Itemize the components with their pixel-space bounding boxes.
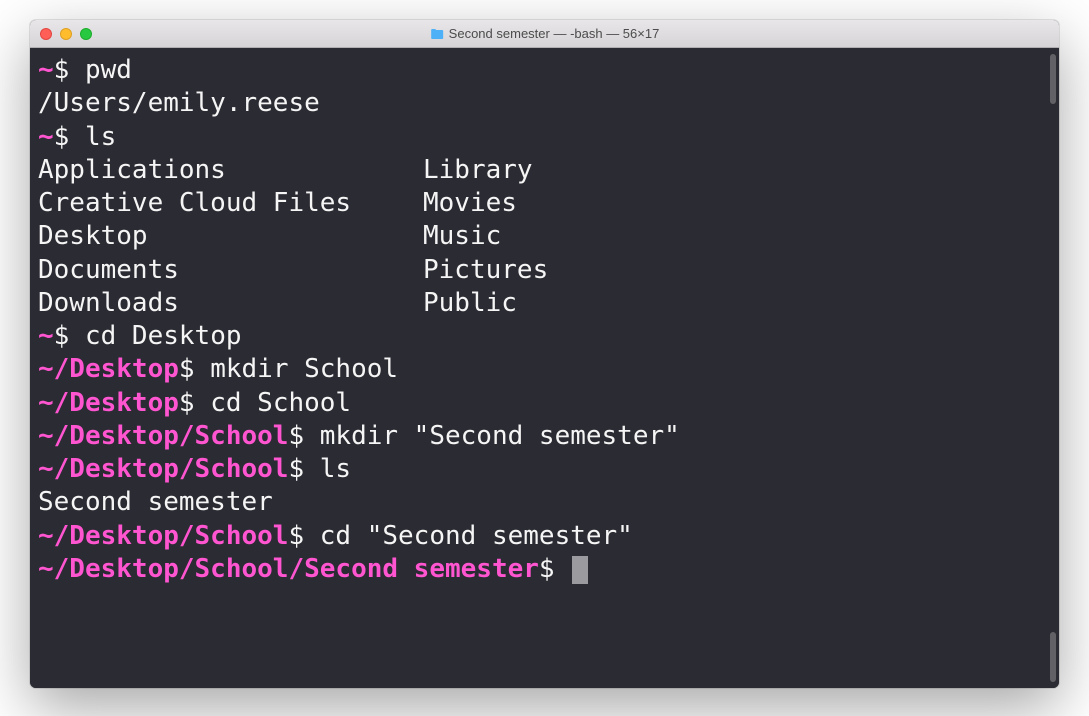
output-ls-second: Second semester [38, 486, 1051, 519]
output-ls: Applications Creative Cloud Files Deskto… [38, 154, 1051, 320]
prompt-line-7: ~/Desktop/School$ ls [38, 453, 1051, 486]
prompt-dollar: $ [54, 321, 70, 351]
ls-item: Public [423, 287, 548, 320]
terminal-body[interactable]: ~$ pwd /Users/emily.reese ~$ ls Applicat… [30, 48, 1059, 688]
command-text: cd Desktop [85, 321, 242, 351]
window-title: Second semester — -bash — 56×17 [449, 26, 660, 41]
prompt-path: ~/Desktop/School [38, 521, 288, 551]
ls-item: Music [423, 220, 548, 253]
command-text: mkdir "Second semester" [320, 421, 680, 451]
ls-item: Movies [423, 187, 548, 220]
prompt-dollar: $ [539, 554, 555, 584]
command-text: ls [320, 454, 351, 484]
folder-icon [430, 28, 444, 40]
ls-item: Library [423, 154, 548, 187]
prompt-line-current: ~/Desktop/School/Second semester$ [38, 553, 1051, 586]
scrollbar[interactable] [1050, 54, 1056, 682]
terminal-window: Second semester — -bash — 56×17 ~$ pwd /… [30, 20, 1059, 688]
prompt-dollar: $ [179, 388, 195, 418]
scrollbar-thumb-top[interactable] [1050, 54, 1056, 104]
prompt-path: ~ [38, 122, 54, 152]
minimize-button[interactable] [60, 28, 72, 40]
prompt-line-1: ~$ pwd [38, 54, 1051, 87]
ls-item: Pictures [423, 254, 548, 287]
prompt-line-8: ~/Desktop/School$ cd "Second semester" [38, 520, 1051, 553]
prompt-path: ~/Desktop [38, 388, 179, 418]
traffic-lights [30, 28, 92, 40]
ls-item: Desktop [38, 220, 423, 253]
prompt-path: ~/Desktop [38, 354, 179, 384]
prompt-path: ~ [38, 55, 54, 85]
cursor [572, 556, 588, 584]
ls-item: Documents [38, 254, 423, 287]
prompt-line-2: ~$ ls [38, 121, 1051, 154]
scrollbar-thumb-bottom[interactable] [1050, 632, 1056, 682]
prompt-line-3: ~$ cd Desktop [38, 320, 1051, 353]
ls-item: Creative Cloud Files [38, 187, 423, 220]
prompt-line-5: ~/Desktop$ cd School [38, 387, 1051, 420]
close-button[interactable] [40, 28, 52, 40]
prompt-dollar: $ [54, 122, 70, 152]
command-text: cd School [210, 388, 351, 418]
ls-item: Downloads [38, 287, 423, 320]
prompt-dollar: $ [179, 354, 195, 384]
prompt-path: ~ [38, 321, 54, 351]
window-title-container: Second semester — -bash — 56×17 [430, 26, 660, 41]
ls-item: Applications [38, 154, 423, 187]
output-pwd: /Users/emily.reese [38, 87, 1051, 120]
command-text: mkdir School [210, 354, 398, 384]
prompt-dollar: $ [288, 454, 304, 484]
ls-column-right: Library Movies Music Pictures Public [423, 154, 548, 320]
command-text: ls [85, 122, 116, 152]
prompt-path: ~/Desktop/School [38, 421, 288, 451]
command-text: cd "Second semester" [320, 521, 633, 551]
prompt-path: ~/Desktop/School/Second semester [38, 554, 539, 584]
prompt-dollar: $ [54, 55, 70, 85]
ls-column-left: Applications Creative Cloud Files Deskto… [38, 154, 423, 320]
command-text: pwd [85, 55, 132, 85]
maximize-button[interactable] [80, 28, 92, 40]
prompt-line-4: ~/Desktop$ mkdir School [38, 353, 1051, 386]
titlebar[interactable]: Second semester — -bash — 56×17 [30, 20, 1059, 48]
prompt-dollar: $ [288, 521, 304, 551]
prompt-line-6: ~/Desktop/School$ mkdir "Second semester… [38, 420, 1051, 453]
prompt-path: ~/Desktop/School [38, 454, 288, 484]
prompt-dollar: $ [288, 421, 304, 451]
